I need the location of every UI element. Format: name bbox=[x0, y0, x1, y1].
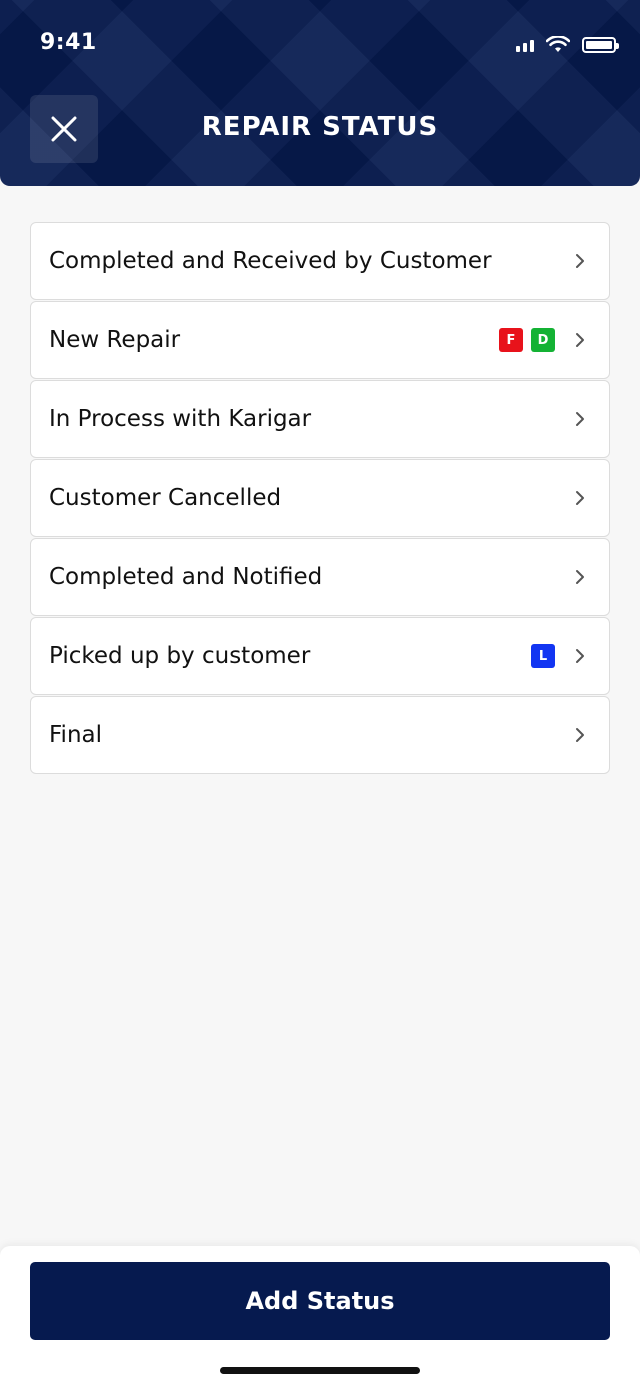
chevron-right-icon bbox=[576, 728, 584, 742]
status-row[interactable]: Completed and Received by Customer bbox=[30, 222, 610, 300]
status-row[interactable]: Customer Cancelled bbox=[30, 459, 610, 537]
status-label: Picked up by customer bbox=[49, 643, 311, 669]
status-badges: FD bbox=[499, 328, 555, 352]
page-title: REPAIR STATUS bbox=[201, 112, 439, 142]
status-list: Completed and Received by Customer New Re… bbox=[30, 222, 610, 775]
status-label: Completed and Received by Customer bbox=[49, 248, 492, 274]
chevron-right-icon bbox=[576, 412, 584, 426]
status-badge: D bbox=[531, 328, 555, 352]
add-status-button[interactable]: Add Status bbox=[30, 1262, 610, 1340]
status-row[interactable]: Picked up by customer L bbox=[30, 617, 610, 695]
status-label: Customer Cancelled bbox=[49, 485, 282, 511]
status-badges: L bbox=[531, 644, 555, 668]
chevron-right-icon bbox=[576, 570, 584, 584]
wifi-icon bbox=[546, 36, 570, 52]
status-row[interactable]: Completed and Notified bbox=[30, 538, 610, 616]
status-label: New Repair bbox=[49, 327, 181, 353]
chevron-right-icon bbox=[576, 649, 584, 663]
battery-icon bbox=[582, 37, 619, 53]
status-badge: L bbox=[531, 644, 555, 668]
status-row[interactable]: Final bbox=[30, 696, 610, 774]
status-label: Completed and Notified bbox=[49, 564, 323, 590]
cellular-signal-icon bbox=[516, 38, 534, 52]
bottom-bar: Add Status bbox=[0, 1246, 640, 1387]
status-icons bbox=[516, 36, 619, 54]
status-row[interactable]: In Process with Karigar bbox=[30, 380, 610, 458]
status-row[interactable]: New Repair F D bbox=[30, 301, 610, 379]
status-time: 9:41 bbox=[40, 30, 97, 55]
status-badge: F bbox=[499, 328, 523, 352]
header: 9:41 REPAIR STATUS bbox=[0, 0, 640, 186]
status-label: In Process with Karigar bbox=[49, 406, 312, 432]
chevron-right-icon bbox=[576, 254, 584, 268]
repair-status-screen: 9:41 REPAIR STATUS Completed and Receive… bbox=[0, 0, 640, 1387]
home-indicator bbox=[220, 1367, 420, 1374]
status-label: Final bbox=[49, 722, 103, 748]
chevron-right-icon bbox=[576, 491, 584, 505]
chevron-right-icon bbox=[576, 333, 584, 347]
